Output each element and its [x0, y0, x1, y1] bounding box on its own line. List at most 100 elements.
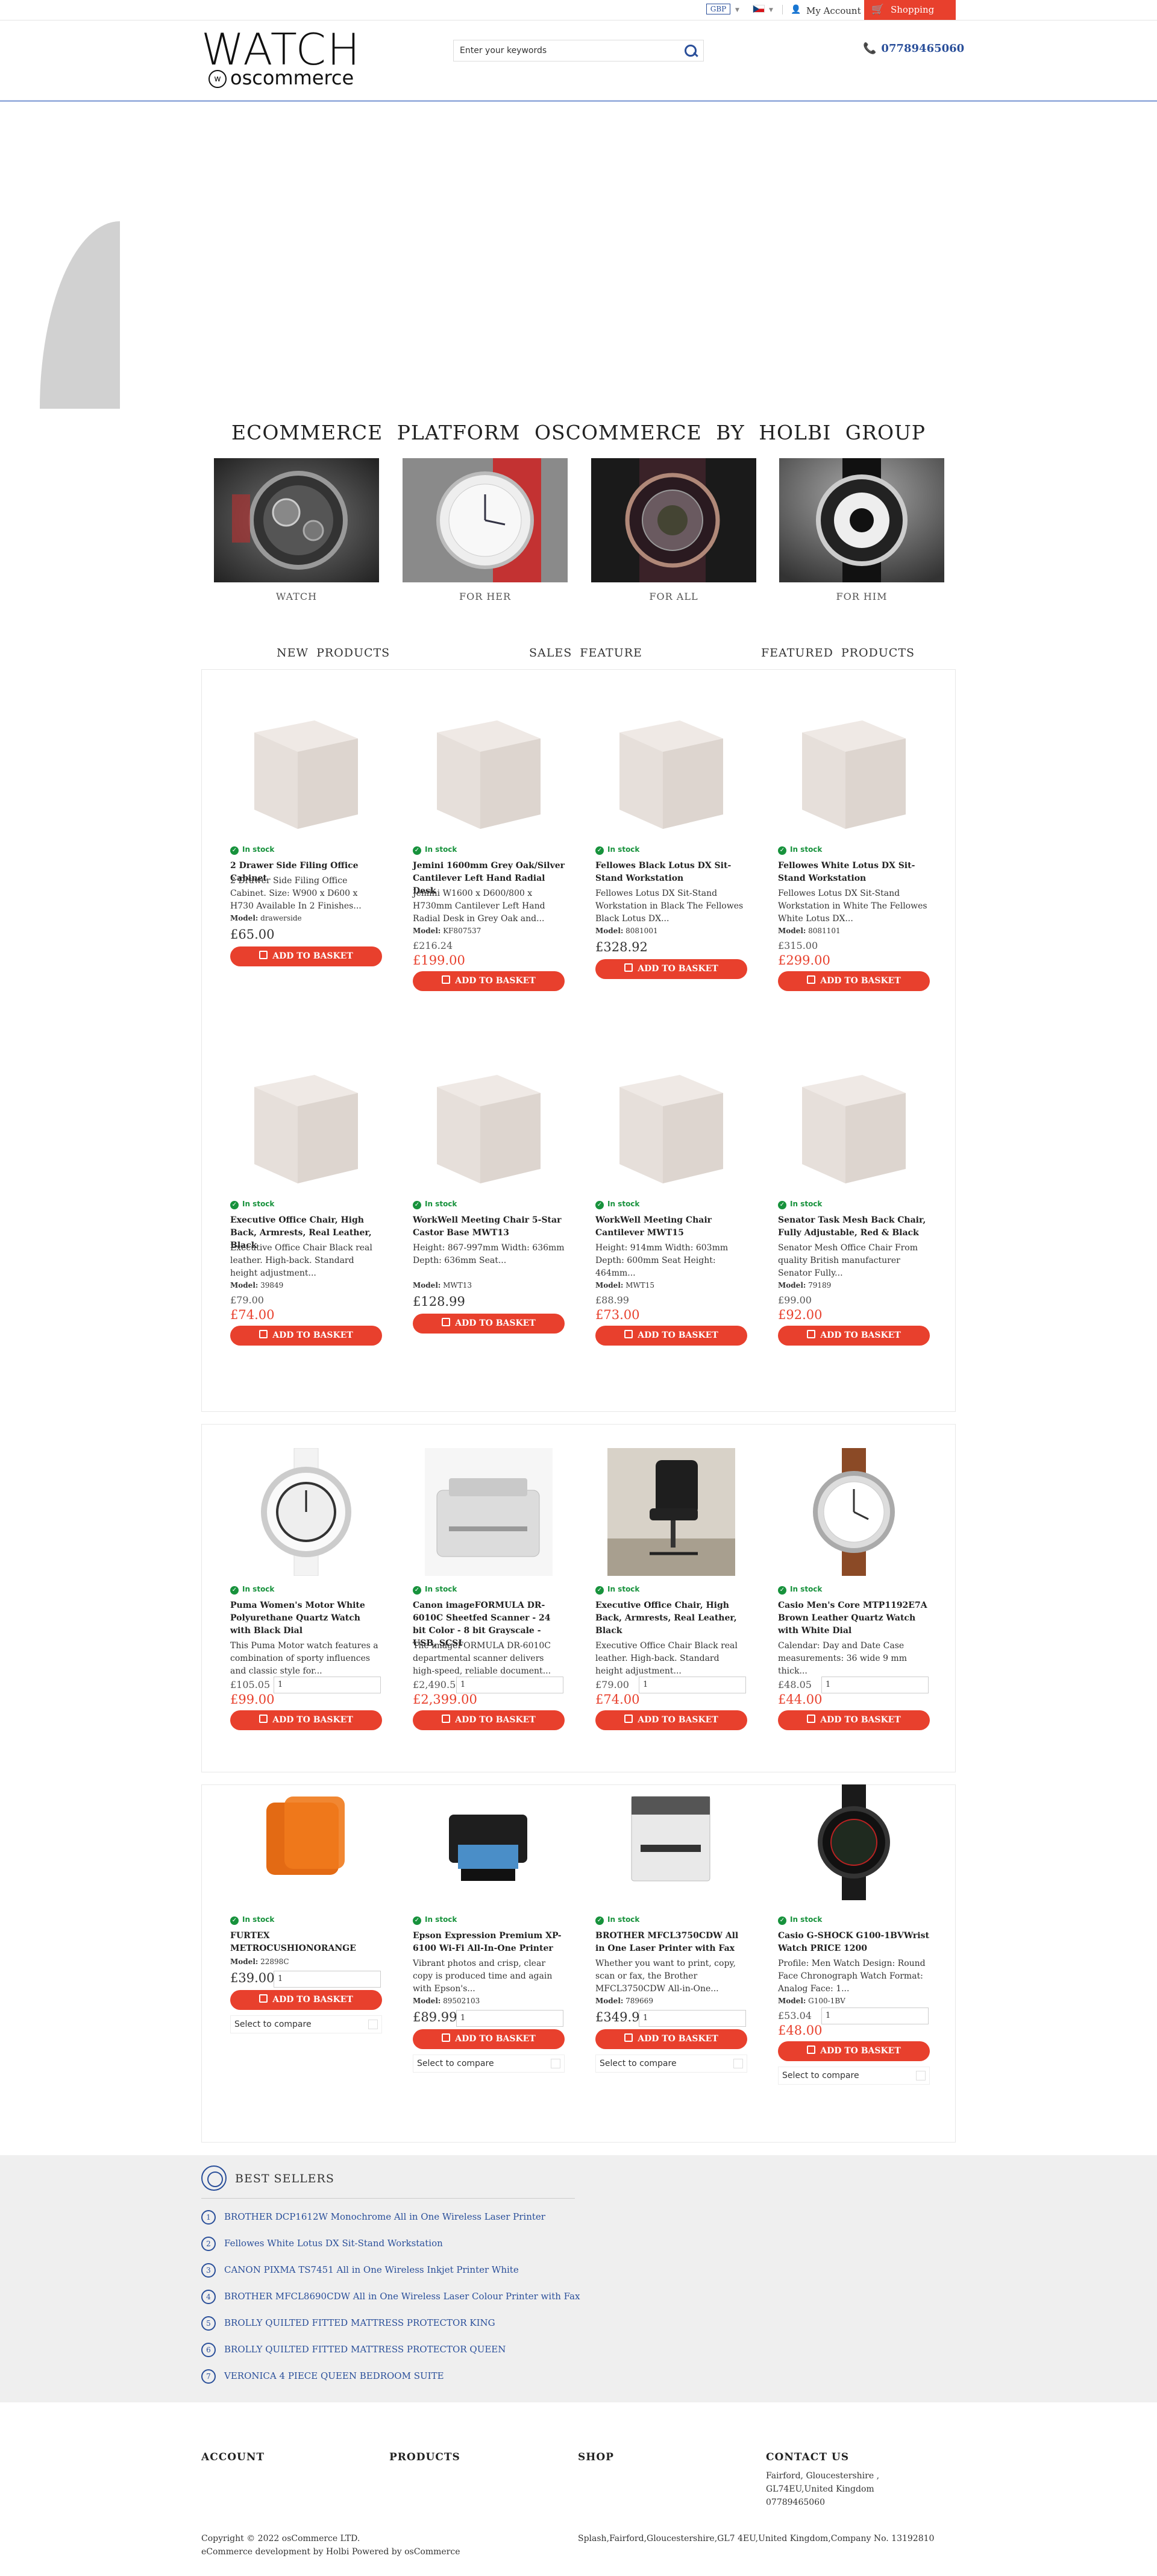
award-icon	[201, 2165, 227, 2191]
add-to-basket-button[interactable]: ADD TO BASKET	[778, 1326, 930, 1346]
product-image[interactable]	[425, 708, 553, 836]
bestseller-item[interactable]: 1 BROTHER DCP1612W Monochrome All in One …	[201, 2210, 545, 2225]
quantity-input[interactable]: 1	[821, 2008, 929, 2024]
powered-by[interactable]: eCommerce development by Holbi Powered b…	[201, 2545, 460, 2559]
category-for-all[interactable]: FOR ALL	[591, 458, 756, 602]
checkbox[interactable]	[551, 2059, 560, 2068]
compare-checkbox[interactable]: Select to compare	[230, 2015, 382, 2033]
product-name[interactable]: Casio G-SHOCK G100-1BVWrist Watch PRICE …	[778, 1930, 930, 1955]
category-for-her[interactable]: FOR HER	[403, 458, 568, 602]
product-image[interactable]	[790, 1778, 918, 1906]
product-card: In stock Casio Men's Core MTP1192E7A Brow…	[778, 1448, 932, 1762]
checkbox[interactable]	[368, 2020, 378, 2029]
checkbox[interactable]	[733, 2059, 743, 2068]
footer-phone[interactable]: 07789465060	[766, 2496, 825, 2509]
product-name[interactable]: Puma Women's Motor White Polyurethane Qu…	[230, 1599, 382, 1637]
product-image[interactable]	[607, 1448, 735, 1576]
product-image[interactable]	[242, 1778, 370, 1906]
phone-number[interactable]: 📞 07789465060	[863, 42, 964, 55]
category-for-him[interactable]: FOR HIM	[779, 458, 944, 602]
add-to-basket-button[interactable]: ADD TO BASKET	[778, 1710, 930, 1730]
bestseller-link[interactable]: BROLLY QUILTED FITTED MATTRESS PROTECTOR…	[224, 2344, 506, 2355]
add-to-basket-button[interactable]: ADD TO BASKET	[413, 971, 565, 991]
product-image[interactable]	[607, 708, 735, 836]
category-watch[interactable]: WATCH	[214, 458, 379, 602]
add-to-basket-button[interactable]: ADD TO BASKET	[595, 2029, 747, 2049]
product-image[interactable]	[790, 708, 918, 836]
quantity-input[interactable]: 1	[274, 1677, 381, 1693]
product-image[interactable]	[425, 1063, 553, 1191]
user-icon[interactable]: 👤	[791, 5, 801, 14]
compare-checkbox[interactable]: Select to compare	[778, 2067, 930, 2085]
product-name[interactable]: WorkWell Meeting Chair 5-Star Castor Bas…	[413, 1214, 565, 1239]
product-name[interactable]: WorkWell Meeting Chair Cantilever MWT15	[595, 1214, 747, 1239]
product-name[interactable]: Senator Task Mesh Back Chair, Fully Adju…	[778, 1214, 930, 1239]
bestseller-link[interactable]: CANON PIXMA TS7451 All in One Wireless I…	[224, 2264, 519, 2275]
product-image[interactable]	[790, 1063, 918, 1191]
product-image[interactable]	[790, 1448, 918, 1576]
bestseller-link[interactable]: VERONICA 4 PIECE QUEEN BEDROOM SUITE	[224, 2370, 444, 2381]
bestseller-item[interactable]: 7 VERONICA 4 PIECE QUEEN BEDROOM SUITE	[201, 2369, 444, 2384]
sale-price: £92.00	[778, 1308, 823, 1322]
my-account-link[interactable]: My Account	[806, 5, 861, 16]
add-to-basket-button[interactable]: ADD TO BASKET	[595, 959, 747, 979]
bestseller-link[interactable]: Fellowes White Lotus DX Sit-Stand Workst…	[224, 2238, 443, 2249]
product-name[interactable]: Fellowes White Lotus DX Sit-Stand Workst…	[778, 860, 930, 885]
tab-new-products[interactable]: NEW PRODUCTS	[277, 646, 390, 660]
bestseller-item[interactable]: 3 CANON PIXMA TS7451 All in One Wireless …	[201, 2263, 519, 2278]
bestseller-link[interactable]: BROTHER DCP1612W Monochrome All in One W…	[224, 2211, 545, 2222]
chevron-down-icon[interactable]: ▼	[769, 7, 773, 13]
add-to-basket-button[interactable]: ADD TO BASKET	[413, 1710, 565, 1730]
quantity-input[interactable]: 1	[639, 1677, 746, 1693]
product-image[interactable]	[425, 1448, 553, 1576]
quantity-input[interactable]: 1	[274, 1971, 381, 1988]
old-price: £88.99	[595, 1294, 629, 1306]
add-to-basket-button[interactable]: ADD TO BASKET	[778, 2041, 930, 2061]
product-name[interactable]: Epson Expression Premium XP-6100 Wi-Fi A…	[413, 1930, 565, 1955]
search-icon[interactable]	[683, 43, 698, 58]
product-image[interactable]	[242, 1063, 370, 1191]
language-flag-icon[interactable]	[753, 5, 765, 13]
shopping-cart-button[interactable]: 🛒 Shopping Cart	[864, 0, 956, 35]
quantity-input[interactable]: 1	[456, 1677, 563, 1693]
product-name[interactable]: Fellowes Black Lotus DX Sit-Stand Workst…	[595, 860, 747, 885]
add-to-basket-button[interactable]: ADD TO BASKET	[595, 1710, 747, 1730]
quantity-input[interactable]: 1	[456, 2010, 563, 2027]
product-name[interactable]: Casio Men's Core MTP1192E7A Brown Leathe…	[778, 1599, 930, 1637]
rank-badge: 3	[201, 2263, 216, 2278]
product-image[interactable]	[607, 1063, 735, 1191]
bestseller-link[interactable]: BROLLY QUILTED FITTED MATTRESS PROTECTOR…	[224, 2317, 495, 2328]
bestseller-item[interactable]: 4 BROTHER MFCL8690CDW All in One Wireless…	[201, 2290, 580, 2304]
quantity-input[interactable]: 1	[821, 1677, 929, 1693]
add-to-basket-button[interactable]: ADD TO BASKET	[230, 1990, 382, 2010]
add-to-basket-button[interactable]: ADD TO BASKET	[230, 946, 382, 966]
product-name[interactable]: Executive Office Chair, High Back, Armre…	[595, 1599, 747, 1637]
compare-checkbox[interactable]: Select to compare	[413, 2055, 565, 2073]
add-to-basket-button[interactable]: ADD TO BASKET	[413, 2029, 565, 2049]
bestseller-item[interactable]: 6 BROLLY QUILTED FITTED MATTRESS PROTECTO…	[201, 2343, 506, 2357]
logo-subtitle[interactable]: w oscommerce	[209, 66, 354, 89]
search-input[interactable]	[454, 40, 677, 61]
chevron-down-icon[interactable]: ▼	[735, 7, 739, 13]
compare-checkbox[interactable]: Select to compare	[595, 2055, 747, 2073]
add-to-basket-button[interactable]: ADD TO BASKET	[413, 1314, 565, 1334]
product-image[interactable]	[242, 1447, 370, 1576]
bestseller-item[interactable]: 5 BROLLY QUILTED FITTED MATTRESS PROTECTO…	[201, 2316, 495, 2331]
tab-sales-feature[interactable]: SALES FEATURE	[529, 646, 642, 660]
product-image[interactable]	[425, 1778, 553, 1906]
bestseller-link[interactable]: BROTHER MFCL8690CDW All in One Wireless …	[224, 2291, 580, 2302]
product-image[interactable]	[242, 708, 370, 836]
quantity-input[interactable]: 1	[639, 2010, 746, 2027]
product-name[interactable]: BROTHER MFCL3750CDW All in One Laser Pri…	[595, 1930, 747, 1955]
checkbox[interactable]	[916, 2071, 926, 2080]
product-name[interactable]: FURTEX METROCUSHIONORANGE	[230, 1930, 382, 1955]
product-image[interactable]	[607, 1778, 735, 1906]
add-to-basket-button[interactable]: ADD TO BASKET	[230, 1326, 382, 1346]
tab-featured-products[interactable]: FEATURED PRODUCTS	[761, 646, 915, 660]
bestseller-item[interactable]: 2 Fellowes White Lotus DX Sit-Stand Works…	[201, 2237, 443, 2251]
header-divider	[0, 100, 1157, 102]
currency-selector[interactable]: GBP	[706, 4, 730, 14]
add-to-basket-button[interactable]: ADD TO BASKET	[778, 971, 930, 991]
add-to-basket-button[interactable]: ADD TO BASKET	[230, 1710, 382, 1730]
add-to-basket-button[interactable]: ADD TO BASKET	[595, 1326, 747, 1346]
